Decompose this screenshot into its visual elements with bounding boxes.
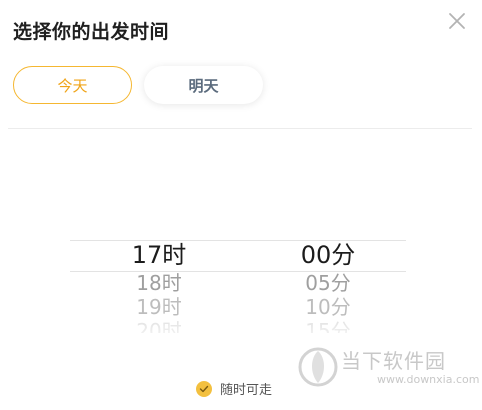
day-tabs: 今天 明天 — [13, 66, 263, 104]
selected-minute[interactable]: 00分 — [301, 240, 356, 271]
anytime-label: 随时可走 — [220, 383, 273, 398]
hour-option[interactable]: 18时 — [136, 271, 181, 295]
watermark: 当下软件园 www.downxia.com — [295, 342, 479, 394]
selected-hour[interactable]: 17时 — [132, 240, 187, 271]
page-title: 选择你的出发时间 — [13, 21, 170, 43]
tab-tomorrow[interactable]: 明天 — [144, 66, 263, 104]
minute-picker[interactable]: 00分 05分 10分 15分 — [263, 240, 393, 333]
watermark-url: www.downxia.com — [377, 373, 480, 386]
minute-option[interactable]: 05分 — [305, 271, 350, 295]
anytime-checkbox[interactable]: 随时可走 — [196, 379, 272, 398]
hour-option[interactable]: 20时 — [136, 319, 181, 333]
minute-option[interactable]: 15分 — [305, 319, 350, 333]
watermark-logo-icon — [298, 347, 338, 387]
hour-option[interactable]: 19时 — [136, 295, 181, 319]
divider — [8, 128, 472, 129]
minute-option[interactable]: 10分 — [305, 295, 350, 319]
tab-today[interactable]: 今天 — [13, 66, 132, 104]
check-icon — [196, 380, 212, 397]
watermark-name: 当下软件园 — [341, 349, 446, 373]
hour-picker[interactable]: 17时 18时 19时 20时 — [94, 240, 224, 333]
close-icon[interactable] — [445, 9, 469, 33]
